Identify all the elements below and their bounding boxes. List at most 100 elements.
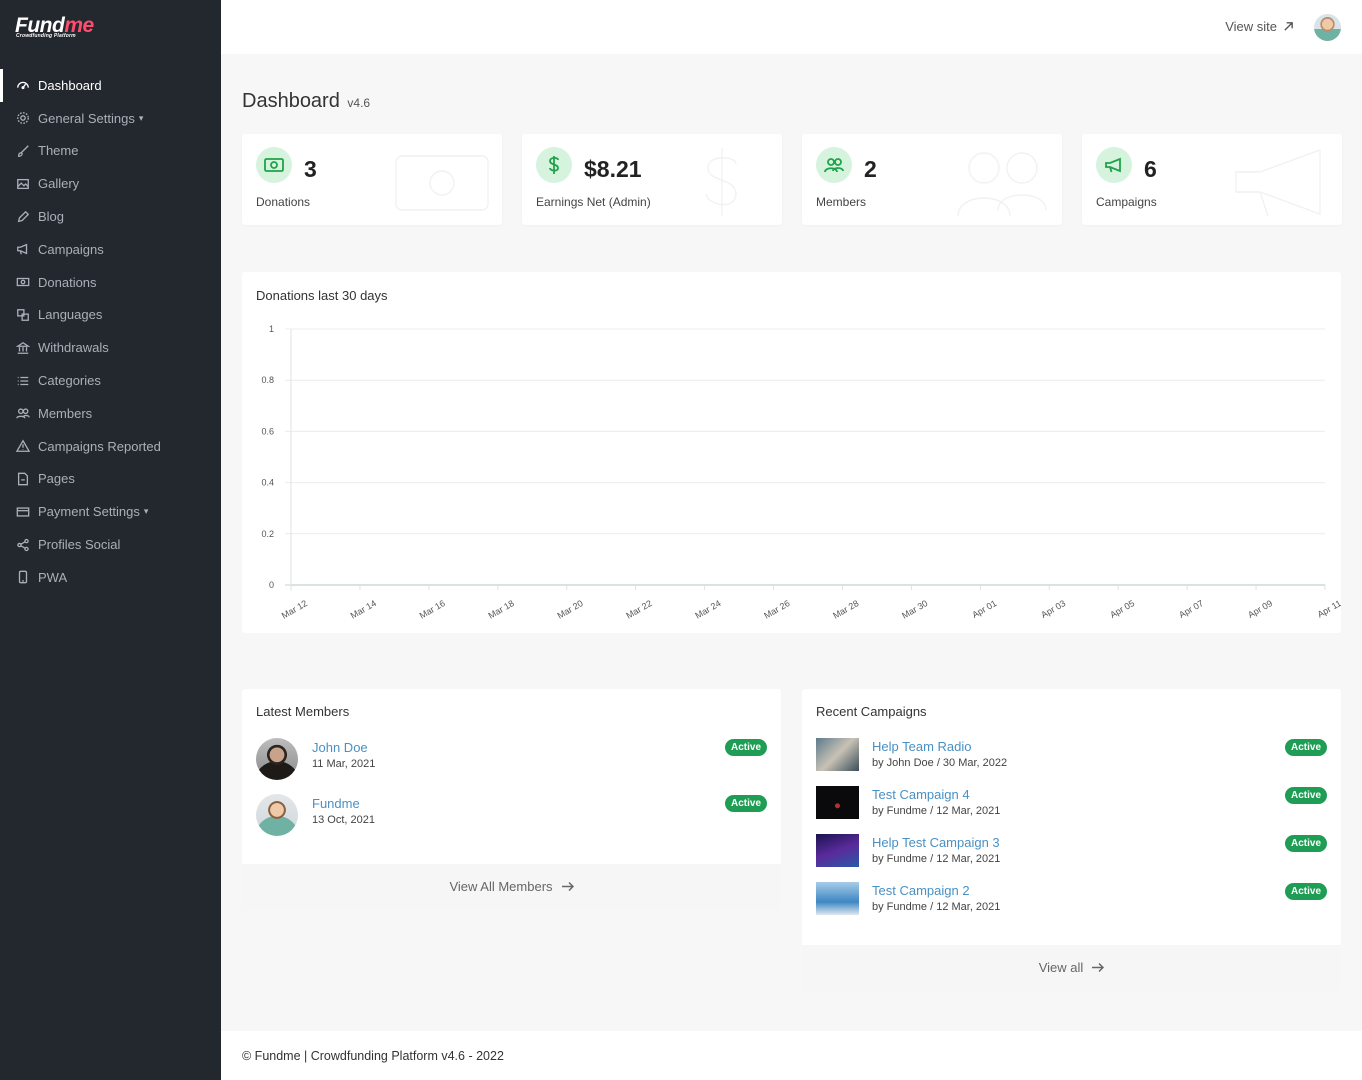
dollar-icon [672, 146, 772, 218]
campaign-name[interactable]: Help Team Radio [872, 739, 971, 754]
sidebar-item-general-settings[interactable]: General Settings ▾ [0, 102, 221, 135]
version-label: v4.6 [347, 96, 371, 110]
x-tick-label: Mar 16 [418, 598, 447, 621]
avatar[interactable] [256, 738, 298, 780]
stat-label: Earnings Net (Admin) [536, 195, 651, 209]
campaign-thumbnail[interactable] [816, 786, 859, 819]
stat-card-campaigns: 6 Campaigns [1082, 134, 1342, 225]
x-tick-label: Mar 22 [624, 598, 653, 621]
megaphone-icon [1232, 146, 1332, 218]
sidebar-item-gallery[interactable]: Gallery [0, 167, 221, 200]
status-badge: Active [724, 739, 767, 756]
campaign-meta: by Fundme / 12 Mar, 2021 [872, 901, 1001, 913]
file-icon [17, 472, 29, 486]
dashboard-icon [17, 82, 29, 90]
sidebar-item-blog[interactable]: Blog [0, 200, 221, 233]
list-item: Test Campaign 4 by Fundme / 12 Mar, 2021… [816, 786, 1327, 832]
avatar[interactable] [256, 794, 298, 836]
status-badge: Active [1284, 883, 1327, 900]
sidebar-item-withdrawals[interactable]: Withdrawals [0, 331, 221, 364]
campaign-thumbnail[interactable] [816, 738, 859, 771]
member-name[interactable]: John Doe [312, 740, 368, 755]
member-name[interactable]: Fundme [312, 796, 360, 811]
x-tick-label: Apr 09 [1246, 598, 1274, 620]
people-icon [952, 146, 1052, 218]
campaign-name[interactable]: Help Test Campaign 3 [872, 835, 1000, 850]
sidebar-item-campaigns[interactable]: Campaigns [0, 233, 221, 266]
campaign-thumbnail[interactable] [816, 834, 859, 867]
x-tick-label: Apr 03 [1039, 598, 1067, 620]
card-title: Latest Members [256, 704, 350, 719]
campaign-name[interactable]: Test Campaign 4 [872, 787, 970, 802]
logo-tagline: Crowdfunding Platform [16, 33, 76, 39]
stat-value: $8.21 [584, 156, 642, 182]
sidebar-item-campaigns-reported[interactable]: Campaigns Reported [0, 430, 221, 463]
stat-label: Campaigns [1096, 195, 1157, 209]
sidebar-item-languages[interactable]: Languages [0, 299, 221, 332]
chevron-down-icon: ▾ [143, 506, 149, 517]
stat-value: 6 [1144, 156, 1157, 182]
campaign-meta: by Fundme / 12 Mar, 2021 [872, 805, 1001, 817]
sidebar-item-categories[interactable]: Categories [0, 364, 221, 397]
phone-icon [18, 571, 28, 584]
dollar-icon [536, 147, 572, 183]
view-site-link[interactable]: View site [1225, 19, 1294, 34]
x-tick-label: Mar 14 [349, 598, 378, 621]
page-footer: © Fundme | Crowdfunding Platform v4.6 - … [221, 1031, 1362, 1080]
sidebar-item-pages[interactable]: Pages [0, 463, 221, 496]
x-tick-label: Apr 11 [1316, 598, 1341, 620]
list-icon [17, 376, 29, 385]
megaphone-icon [1096, 147, 1132, 183]
image-icon [17, 178, 29, 189]
arrow-right-icon [561, 881, 574, 892]
warning-icon [16, 439, 30, 453]
x-tick-label: Mar 28 [831, 598, 860, 621]
y-tick-label: 0.2 [261, 529, 274, 539]
list-item: Help Test Campaign 3 by Fundme / 12 Mar,… [816, 834, 1327, 880]
donations-chart: 0 0.2 0.4 0.6 0.8 1 Mar 12 Mar 14 Mar 16 Mar 18 Ma… [261, 324, 1341, 621]
sidebar-item-members[interactable]: Members [0, 397, 221, 430]
footer-text: © Fundme | Crowdfunding Platform v4.6 - … [242, 1049, 504, 1063]
y-tick-label: 0.4 [261, 478, 274, 488]
x-tick-label: Apr 07 [1177, 598, 1205, 620]
stat-value: 2 [864, 156, 877, 182]
x-tick-label: Apr 05 [1108, 598, 1136, 620]
external-link-icon [1284, 22, 1293, 31]
status-badge: Active [1284, 787, 1327, 804]
campaign-name[interactable]: Test Campaign 2 [872, 883, 970, 898]
translate-icon [17, 309, 29, 321]
recent-campaigns-card: Recent Campaigns Help Team Radio by John… [802, 689, 1341, 991]
list-item: Test Campaign 2 by Fundme / 12 Mar, 2021… [816, 882, 1327, 928]
card-footer: View All Members [242, 864, 781, 910]
latest-members-card: Latest Members John Doe 11 Mar, 2021 Act… [242, 689, 781, 910]
stat-card-earnings: $8.21 Earnings Net (Admin) [522, 134, 782, 225]
cash-icon [16, 278, 30, 287]
campaign-thumbnail[interactable] [816, 882, 859, 915]
x-tick-label: Mar 24 [693, 598, 722, 621]
credit-card-icon [16, 507, 30, 517]
sidebar: Fundme Crowdfunding Platform Dashboard G… [0, 0, 221, 1080]
sidebar-item-payment-settings[interactable]: Payment Settings ▾ [0, 495, 221, 528]
list-item: Fundme 13 Oct, 2021 Active [256, 794, 767, 840]
sidebar-item-theme[interactable]: Theme [0, 135, 221, 168]
user-avatar[interactable] [1314, 14, 1341, 41]
y-tick-label: 0 [269, 580, 274, 590]
cash-icon [392, 146, 492, 218]
sidebar-item-profiles-social[interactable]: Profiles Social [0, 528, 221, 561]
cash-icon [256, 147, 292, 183]
people-icon [816, 147, 852, 183]
y-tick-label: 1 [269, 324, 274, 334]
view-all-members-link[interactable]: View All Members [242, 879, 781, 894]
view-all-campaigns-link[interactable]: View all [802, 960, 1341, 975]
sidebar-item-dashboard[interactable]: Dashboard [0, 69, 221, 102]
card-footer: View all [802, 945, 1341, 991]
card-title: Recent Campaigns [816, 704, 927, 719]
pencil-icon [17, 210, 30, 222]
sidebar-item-donations[interactable]: Donations [0, 266, 221, 299]
donations-chart-card: Donations last 30 days 0 0.2 0.4 0.6 0.8 1 Mar… [242, 272, 1341, 633]
campaign-meta: by John Doe / 30 Mar, 2022 [872, 757, 1008, 769]
sidebar-item-pwa[interactable]: PWA [0, 561, 221, 594]
bank-icon [16, 341, 30, 354]
topbar: View site [221, 0, 1362, 54]
stat-value: 3 [304, 156, 317, 182]
